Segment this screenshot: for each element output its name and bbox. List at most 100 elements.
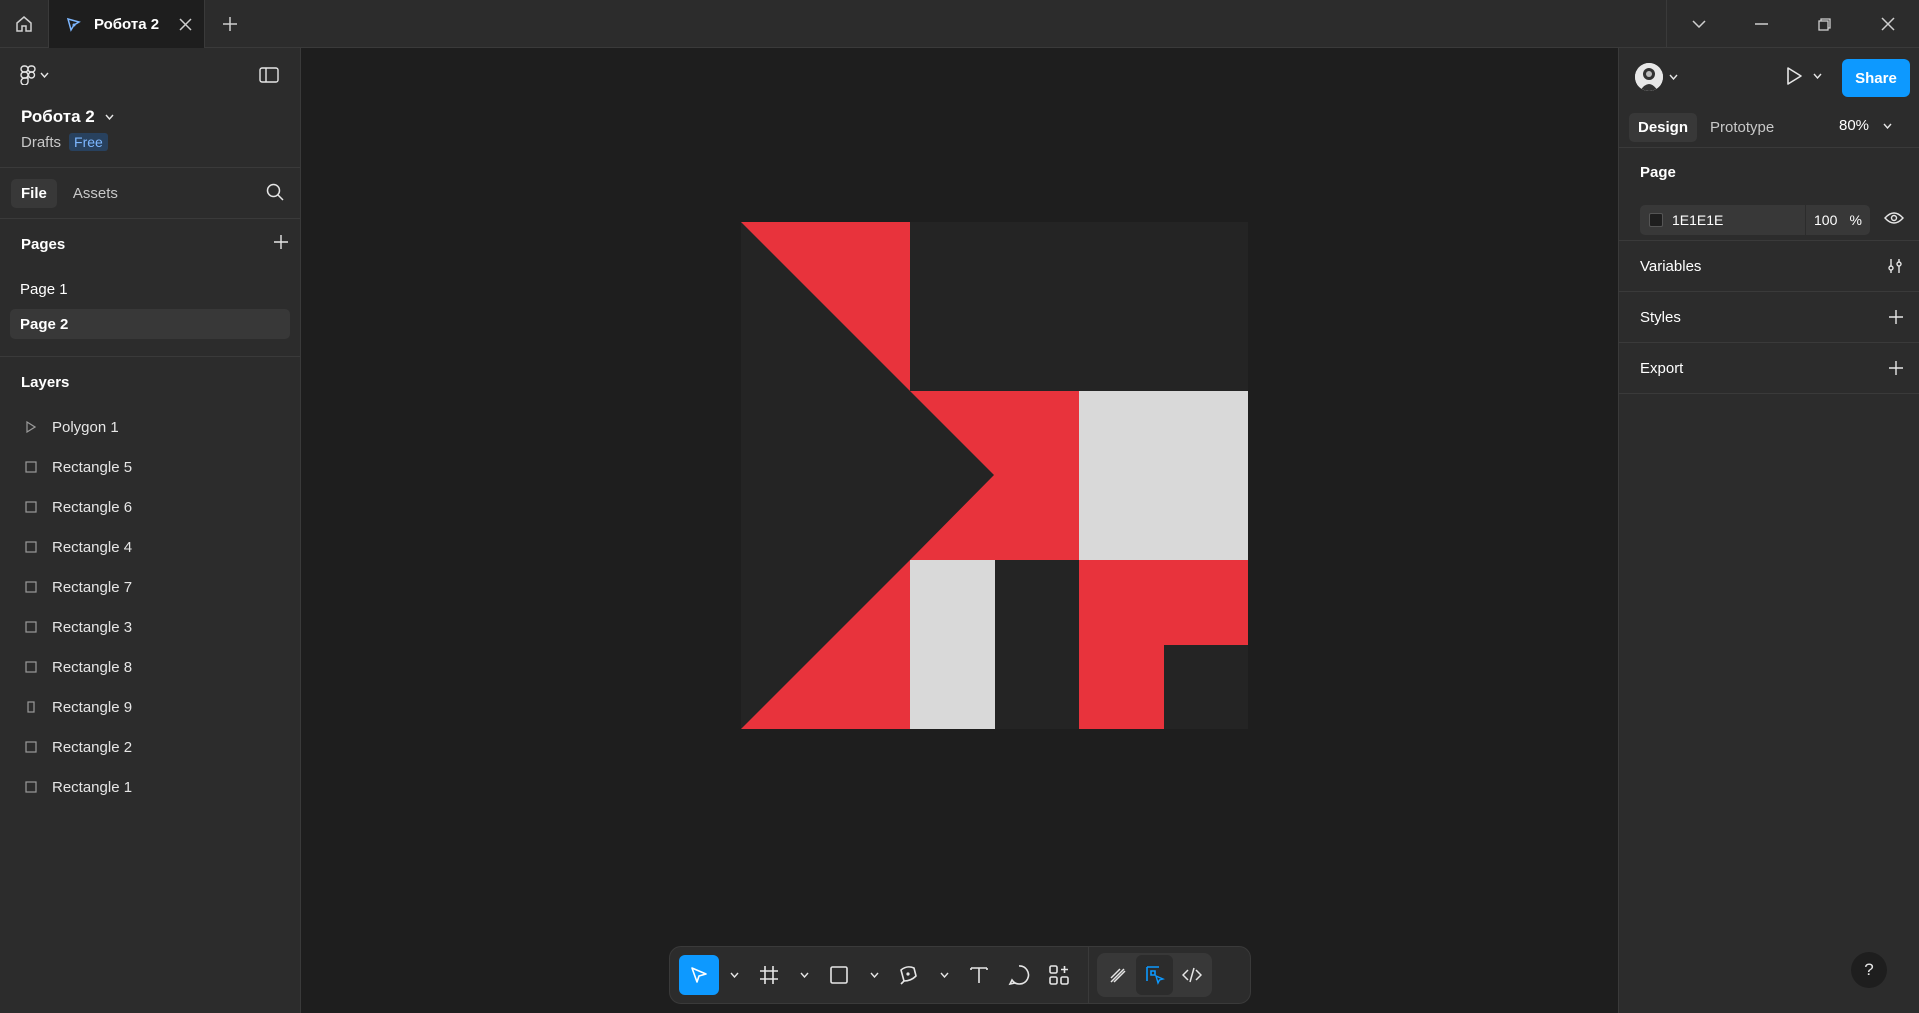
plus-icon[interactable] xyxy=(1889,310,1903,324)
plan-badge[interactable]: Free xyxy=(69,133,108,151)
frame-tool-menu[interactable] xyxy=(789,955,819,995)
tab-design[interactable]: Design xyxy=(1629,113,1698,142)
layer-item[interactable]: Rectangle 9 xyxy=(0,687,300,727)
pen-tool-menu[interactable] xyxy=(929,955,959,995)
new-tab-button[interactable] xyxy=(218,12,242,36)
right-panel-tabs: Design Prototype 80% xyxy=(1619,108,1919,148)
styles-section[interactable]: Styles xyxy=(1619,292,1919,343)
move-tool-button[interactable] xyxy=(679,955,719,995)
fill-opacity-unit: % xyxy=(1849,212,1862,228)
minimize-icon xyxy=(1755,23,1768,25)
page-fill-field[interactable]: 1E1E1E 100 % xyxy=(1640,205,1870,235)
zoom-dropdown[interactable]: 80% xyxy=(1839,117,1892,134)
code-icon xyxy=(1181,967,1202,983)
chevron-down-icon xyxy=(105,114,114,120)
share-button[interactable]: Share xyxy=(1842,59,1910,97)
fill-hex-value[interactable]: 1E1E1E xyxy=(1672,212,1723,228)
comment-icon xyxy=(1008,965,1030,986)
toggle-sidebar-button[interactable] xyxy=(259,67,279,87)
layer-item[interactable]: Rectangle 2 xyxy=(0,727,300,767)
dev-mode-button[interactable] xyxy=(1173,955,1210,995)
canvas[interactable] xyxy=(302,48,1618,1013)
frame-tool-button[interactable] xyxy=(749,955,789,995)
rectangle-icon xyxy=(24,581,38,593)
resources-tool-button[interactable] xyxy=(1039,955,1079,995)
eye-icon xyxy=(1884,212,1904,224)
layer-item[interactable]: Rectangle 3 xyxy=(0,607,300,647)
layer-label: Rectangle 1 xyxy=(52,778,133,796)
sidebar-icon xyxy=(259,67,279,83)
visibility-toggle[interactable] xyxy=(1884,211,1904,229)
help-button[interactable]: ? xyxy=(1851,952,1887,988)
drafts-link[interactable]: Drafts xyxy=(21,134,61,151)
home-button[interactable] xyxy=(0,0,49,48)
export-section[interactable]: Export xyxy=(1619,343,1919,394)
toolbar-divider xyxy=(1088,947,1089,1003)
tabs-menu-button[interactable] xyxy=(1667,0,1730,48)
draw-mode-button[interactable] xyxy=(1099,955,1136,995)
window-controls xyxy=(1666,0,1919,48)
move-tool-menu[interactable] xyxy=(719,955,749,995)
layer-item[interactable]: Rectangle 1 xyxy=(0,767,300,807)
layer-label: Rectangle 4 xyxy=(52,538,133,556)
file-title-button[interactable]: Робота 2 xyxy=(21,107,114,127)
variables-icon[interactable] xyxy=(1887,258,1903,274)
search-button[interactable] xyxy=(266,183,284,205)
rectangle-icon xyxy=(24,541,38,553)
layer-label: Rectangle 5 xyxy=(52,458,133,476)
cursor-icon xyxy=(691,967,707,983)
figma-logo-icon xyxy=(20,65,36,85)
play-icon xyxy=(1787,67,1802,85)
red-block-left xyxy=(1079,645,1164,729)
user-menu-button[interactable] xyxy=(1635,63,1678,91)
rectangle-icon xyxy=(24,621,38,633)
tab-prototype[interactable]: Prototype xyxy=(1701,113,1783,142)
file-tab[interactable]: Робота 2 xyxy=(49,0,205,48)
variables-section[interactable]: Variables xyxy=(1619,241,1919,292)
text-tool-button[interactable] xyxy=(959,955,999,995)
rectangle-icon xyxy=(24,781,38,793)
close-icon xyxy=(179,17,192,31)
close-window-button[interactable] xyxy=(1856,0,1919,48)
layer-item[interactable]: Rectangle 5 xyxy=(0,447,300,487)
chevron-down-icon xyxy=(729,972,739,978)
layers-list: Polygon 1 Rectangle 5 Rectangle 6 Rectan… xyxy=(0,407,300,807)
shape-tool-button[interactable] xyxy=(819,955,859,995)
layer-item[interactable]: Polygon 1 xyxy=(0,407,300,447)
layer-item[interactable]: Rectangle 8 xyxy=(0,647,300,687)
minimize-button[interactable] xyxy=(1730,0,1793,48)
layer-item[interactable]: Rectangle 6 xyxy=(0,487,300,527)
tab-assets[interactable]: Assets xyxy=(63,179,128,208)
close-tab-button[interactable] xyxy=(179,17,192,31)
rectangle-icon xyxy=(24,501,38,513)
comment-tool-button[interactable] xyxy=(999,955,1039,995)
pages-header: Pages xyxy=(0,219,300,269)
color-swatch[interactable] xyxy=(1649,213,1663,227)
layer-item[interactable]: Rectangle 4 xyxy=(0,527,300,567)
light-bar xyxy=(910,560,995,729)
page-section-title: Page xyxy=(1640,164,1676,181)
page-item-1[interactable]: Page 1 xyxy=(10,274,290,304)
artboard[interactable] xyxy=(741,222,1248,729)
layer-label: Polygon 1 xyxy=(52,418,119,436)
right-panel: Share Design Prototype 80% Page 1E1E1E 1… xyxy=(1618,48,1919,1013)
main-menu-button[interactable] xyxy=(20,65,49,85)
design-mode-button[interactable] xyxy=(1136,955,1173,995)
file-title: Робота 2 xyxy=(21,107,95,126)
present-button[interactable] xyxy=(1785,66,1822,86)
layer-item[interactable]: Rectangle 7 xyxy=(0,567,300,607)
restore-button[interactable] xyxy=(1793,0,1856,48)
tab-file[interactable]: File xyxy=(11,178,57,208)
fill-opacity-field[interactable]: 100 % xyxy=(1805,205,1870,235)
file-location: Drafts Free xyxy=(21,133,108,151)
tools-toolbar xyxy=(669,946,1251,1004)
shape-tool-menu[interactable] xyxy=(859,955,889,995)
rectangle-icon xyxy=(24,701,38,713)
zoom-value: 80% xyxy=(1839,117,1870,134)
plus-icon[interactable] xyxy=(1889,361,1903,375)
rectangle-icon xyxy=(24,741,38,753)
add-page-button[interactable] xyxy=(274,235,288,253)
page-item-2[interactable]: Page 2 xyxy=(10,309,290,339)
pen-tool-button[interactable] xyxy=(889,955,929,995)
export-label: Export xyxy=(1640,359,1684,377)
